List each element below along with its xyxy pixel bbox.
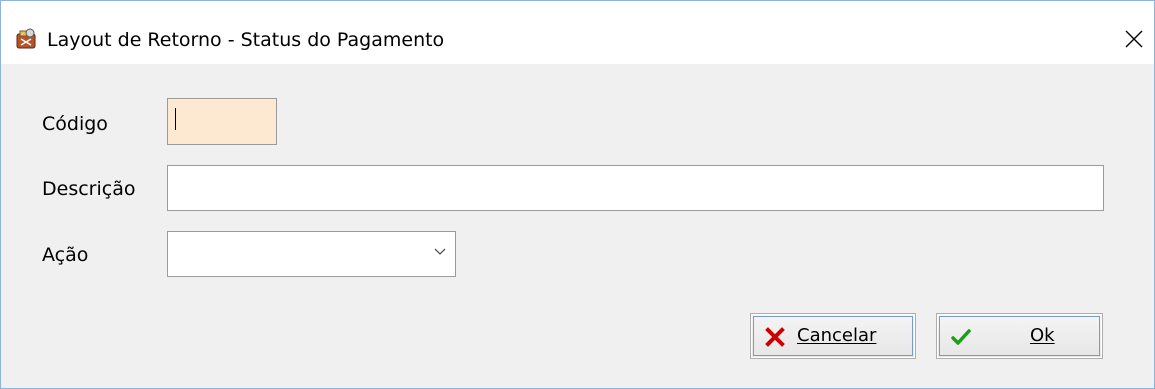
app-icon xyxy=(15,27,39,51)
green-check-icon xyxy=(951,329,971,345)
codigo-label: Código xyxy=(42,113,108,135)
codigo-field[interactable] xyxy=(167,98,277,145)
ok-button-label: Ok xyxy=(1030,325,1055,346)
title-bar[interactable]: Layout de Retorno - Status do Pagamento xyxy=(1,1,1154,64)
codigo-input[interactable] xyxy=(168,99,276,144)
red-x-icon xyxy=(765,327,785,347)
dialog-window: Layout de Retorno - Status do Pagamento … xyxy=(0,0,1155,389)
acao-dropdown[interactable] xyxy=(167,231,456,277)
close-icon xyxy=(1125,30,1143,48)
cancel-button[interactable]: Cancelar xyxy=(750,313,916,359)
descricao-label: Descrição xyxy=(42,178,136,200)
cancel-button-label: Cancelar xyxy=(797,325,877,346)
chevron-down-icon[interactable] xyxy=(433,246,447,258)
form-area: Código Descrição Ação Cancelar Ok xyxy=(1,64,1154,388)
ok-button[interactable]: Ok xyxy=(936,313,1103,359)
descricao-field[interactable] xyxy=(167,165,1104,211)
text-caret xyxy=(175,108,176,130)
descricao-input[interactable] xyxy=(168,166,1103,210)
acao-label: Ação xyxy=(42,244,89,266)
window-title: Layout de Retorno - Status do Pagamento xyxy=(47,29,445,51)
close-button[interactable] xyxy=(1114,17,1154,61)
